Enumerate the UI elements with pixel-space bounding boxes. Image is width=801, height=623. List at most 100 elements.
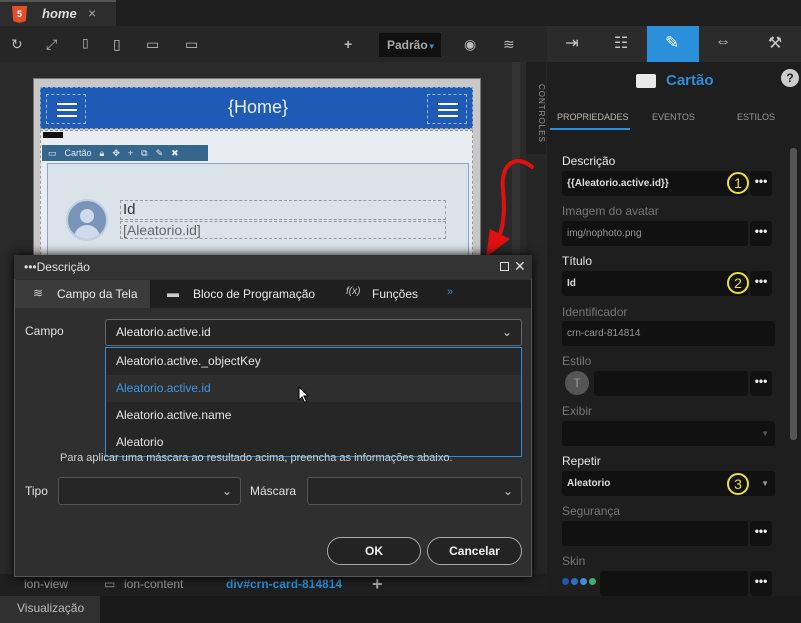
panel-tabs: PROPRIEDADES EVENTOS ESTILOS — [547, 106, 787, 130]
help-icon[interactable]: ? — [781, 69, 799, 87]
phone-small-icon[interactable]: ▯ — [82, 36, 89, 50]
chevron-down-icon: ⌄ — [501, 325, 512, 339]
style-more-button[interactable]: ••• — [750, 371, 772, 396]
expand-icon[interactable]: ⤢ — [46, 36, 57, 53]
laptop-icon: ▭ — [104, 577, 116, 591]
display-select[interactable]: ▼ — [562, 421, 775, 446]
chevron-down-icon: ⌄ — [502, 484, 513, 498]
type-label: Tipo — [25, 484, 48, 498]
dialog-header[interactable] — [14, 255, 532, 279]
viewport-preset-select[interactable]: Padrão▼ — [379, 33, 441, 57]
breadcrumb-item-active[interactable]: div#crn-card-814814 — [226, 577, 342, 591]
description-label: Descrição — [562, 154, 616, 168]
field-label: Campo — [25, 324, 64, 338]
html5-icon: 5 — [12, 6, 27, 23]
breadcrumb-item[interactable]: ion-view — [24, 577, 68, 591]
mask-select[interactable]: ⌄ — [307, 477, 522, 505]
laptop-icon[interactable]: ▭ — [185, 36, 198, 53]
repeat-label: Repetir — [562, 454, 601, 468]
more-tabs-icon[interactable]: » — [447, 286, 453, 298]
app-header-title: {Home} — [228, 97, 289, 117]
tab-home[interactable]: 5 home × — [0, 0, 116, 26]
security-field[interactable] — [562, 521, 748, 546]
tree-icon[interactable]: ☷ — [611, 33, 631, 53]
dots-icon: ••• — [24, 260, 37, 274]
magic-wand-icon[interactable]: ✎ — [156, 148, 164, 158]
close-icon[interactable]: ✖ — [171, 148, 179, 158]
style-label: Estilo — [562, 354, 592, 368]
preview-panel-tab[interactable]: Visualização — [0, 596, 100, 623]
dropdown-option[interactable]: Aleatorio.active._objectKey — [106, 348, 521, 375]
tab-programming-block[interactable]: Bloco de Programação — [193, 287, 315, 301]
card-title: Id — [120, 200, 446, 220]
breadcrumb-item[interactable]: ion-content — [124, 577, 183, 591]
edit-pencil-tab[interactable]: ✎ — [647, 26, 699, 62]
mask-label: Máscara — [250, 484, 297, 498]
card-bar-label: Cartão — [64, 148, 92, 158]
marker-1: 1 — [727, 172, 749, 194]
security-label: Segurança — [562, 504, 621, 518]
panel-scrollbar[interactable] — [790, 148, 797, 440]
controls-side-tab[interactable]: CONTROLES — [526, 62, 546, 154]
eye-hidden-icon[interactable]: ◉ — [464, 36, 476, 53]
description-more-button[interactable]: ••• — [750, 171, 772, 196]
style-avatar[interactable]: T — [565, 371, 589, 395]
skin-field[interactable] — [600, 571, 748, 596]
skin-label: Skin — [562, 554, 586, 568]
refresh-icon[interactable]: ↻ — [11, 36, 23, 53]
chevron-down-icon: ⌄ — [221, 484, 232, 498]
skin-more-button[interactable]: ••• — [750, 571, 772, 596]
viewport-preset-label: Padrão — [387, 38, 428, 52]
copy-icon[interactable]: ⧉ — [141, 148, 147, 158]
desktop-icon[interactable]: ▭ — [146, 36, 159, 53]
tab-screen-field-label[interactable]: Campo da Tela — [57, 287, 138, 301]
tab-events[interactable]: EVENTOS — [652, 112, 695, 122]
menu-icon[interactable] — [427, 94, 467, 124]
dropdown-option-selected[interactable]: Aleatorio.active.id — [106, 375, 521, 402]
chevron-down-icon: ▼ — [761, 479, 769, 488]
close-icon[interactable]: ✕ — [514, 258, 526, 275]
puzzle-block-icon: ▬ — [167, 286, 179, 300]
display-label: Exibir — [562, 404, 593, 418]
breadcrumb: ion-view ▭ ion-content div#crn-card-8148… — [0, 574, 547, 596]
security-more-button[interactable]: ••• — [750, 521, 772, 546]
database-icon: ≋ — [33, 286, 44, 300]
phone-large-icon[interactable]: ▯ — [113, 36, 121, 53]
move-icon[interactable]: ✥ — [112, 148, 120, 158]
skin-swatches[interactable] — [562, 578, 598, 586]
tab-home-label: home — [42, 6, 77, 21]
marker-3: 3 — [727, 473, 749, 495]
tools-icon[interactable]: ⚒ — [765, 33, 785, 53]
marker-2: 2 — [727, 272, 749, 294]
dialog-title-text: Descrição — [36, 260, 90, 274]
cancel-button[interactable]: Cancelar — [427, 537, 522, 565]
field-select[interactable]: Aleatorio.active.id ⌄ — [105, 319, 522, 346]
dialog-title: •••Descrição — [24, 260, 90, 274]
avatar-image-field[interactable]: img/nophoto.png — [562, 221, 748, 246]
type-select[interactable]: ⌄ — [58, 477, 241, 505]
tab-styles[interactable]: ESTILOS — [737, 112, 775, 122]
resize-icon[interactable]: ⇔ — [713, 33, 733, 53]
tab-functions[interactable]: Funções — [372, 287, 418, 301]
tab-close-icon[interactable]: × — [88, 5, 96, 21]
maximize-icon[interactable] — [500, 262, 509, 271]
card-icon: ▭ — [48, 148, 57, 158]
database-icon[interactable]: ≋ — [503, 36, 515, 53]
identifier-field[interactable]: crn-card-814814 — [562, 321, 775, 346]
title-more-button[interactable]: ••• — [750, 271, 772, 296]
ok-button[interactable]: OK — [327, 537, 421, 565]
add-icon[interactable]: + — [372, 574, 383, 595]
description-field[interactable]: {{Aleatorio.active.id}} — [562, 171, 748, 196]
add-icon[interactable]: + — [344, 36, 352, 52]
import-icon[interactable]: ⇥ — [562, 33, 582, 53]
avatar-image-more-button[interactable]: ••• — [750, 221, 772, 246]
lock-icon[interactable]: 🔒︎ — [100, 148, 105, 158]
card-element-toolbar[interactable]: ▭ Cartão 🔒︎ ✥ + ⧉ ✎ ✖ — [42, 145, 208, 161]
dropdown-option[interactable]: Aleatorio.active.name — [106, 402, 521, 429]
title-field[interactable]: Id — [562, 271, 748, 296]
tab-properties[interactable]: PROPRIEDADES — [557, 112, 629, 122]
mouse-cursor-icon — [298, 386, 310, 404]
menu-icon[interactable] — [46, 94, 86, 124]
style-field[interactable] — [594, 371, 748, 396]
add-icon[interactable]: + — [128, 148, 133, 158]
